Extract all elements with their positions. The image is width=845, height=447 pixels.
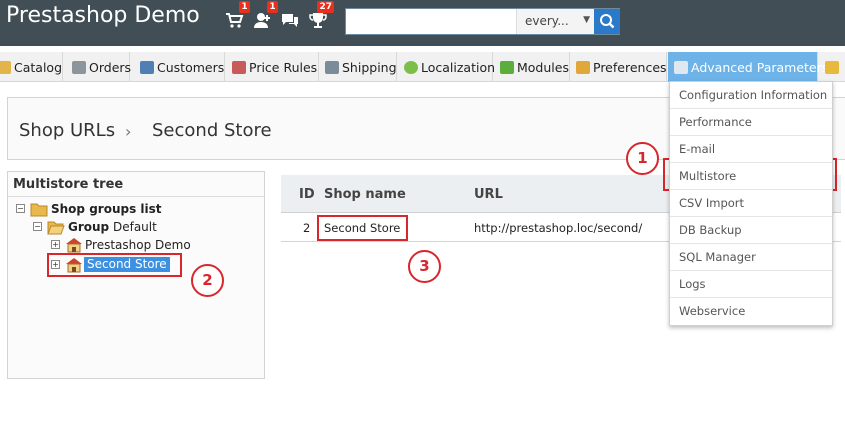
chevron-right-icon: › xyxy=(125,122,132,141)
submenu-item-db-backup[interactable]: DB Backup xyxy=(670,217,832,244)
tab-advanced-parameters[interactable]: Advanced Parameters xyxy=(668,52,828,82)
expand-icon[interactable]: + xyxy=(51,240,60,249)
orders-badge: 1 xyxy=(239,1,250,13)
customer-icon xyxy=(140,61,154,74)
search-button[interactable] xyxy=(594,9,620,34)
customers-badge: 1 xyxy=(267,1,278,13)
key-icon xyxy=(825,61,839,74)
truck-icon xyxy=(325,61,339,74)
breadcrumb-parent[interactable]: Shop URLs xyxy=(19,120,115,141)
breadcrumb-current: Second Store xyxy=(152,120,272,141)
collapse-icon[interactable]: − xyxy=(33,222,42,231)
wrench-icon xyxy=(674,61,688,74)
search-bar: every... ▼ xyxy=(345,8,620,35)
submenu-item-email[interactable]: E-mail xyxy=(670,136,832,163)
annotation-callout-2: 2 xyxy=(191,264,224,297)
submenu-item-csv-import[interactable]: CSV Import xyxy=(670,190,832,217)
search-scope-select[interactable]: every... ▼ xyxy=(516,9,594,34)
chevron-down-icon: ▼ xyxy=(583,15,590,25)
puzzle-icon xyxy=(500,61,514,74)
tab-customers[interactable]: Customers xyxy=(131,52,225,82)
messages-chat-icon[interactable] xyxy=(280,10,300,30)
cell-url: http://prestashop.loc/second/ xyxy=(474,221,643,235)
tab-label: Catalog xyxy=(14,60,63,75)
submenu-item-multistore[interactable]: Multistore xyxy=(670,163,832,190)
tab-label: Customers xyxy=(157,60,225,75)
tree-group-name: Default xyxy=(112,220,157,234)
open-folder-icon xyxy=(47,221,65,235)
search-scope-label: every... xyxy=(525,14,569,28)
submenu-item-sql-manager[interactable]: SQL Manager xyxy=(670,244,832,271)
globe-icon xyxy=(404,61,418,74)
folder-icon xyxy=(30,203,48,217)
customers-user-icon[interactable]: 1 xyxy=(252,1,278,30)
main-menu: Catalog Orders Customers Price Rules Shi… xyxy=(0,52,845,82)
search-input[interactable] xyxy=(346,9,516,34)
orders-cart-icon[interactable]: 1 xyxy=(224,1,250,30)
tree-label: Shop groups list xyxy=(51,202,162,216)
tree-label: Prestashop Demo xyxy=(85,238,191,252)
column-header-id[interactable]: ID xyxy=(299,187,315,202)
folder-icon xyxy=(0,61,11,74)
submenu-item-webservice[interactable]: Webservice xyxy=(670,298,832,325)
shop-icon xyxy=(66,238,82,253)
price-tag-icon xyxy=(232,61,246,74)
top-header: Prestashop Demo 1 1 27 every... ▼ xyxy=(0,0,845,46)
tab-price-rules[interactable]: Price Rules xyxy=(226,52,319,82)
tab-preferences[interactable]: Preferences xyxy=(571,52,667,82)
tab-localization[interactable]: Localization xyxy=(398,52,496,82)
search-icon xyxy=(600,14,615,29)
tab-label: Orders xyxy=(89,60,132,75)
tab-label: Preferences xyxy=(593,60,667,75)
tree-group-prefix: Group xyxy=(68,220,110,234)
column-header-shop-name[interactable]: Shop name xyxy=(324,187,406,202)
cell-id: 2 xyxy=(303,221,311,235)
annotation-callout-1: 1 xyxy=(626,142,659,175)
tab-more[interactable] xyxy=(819,52,845,82)
tab-label: Localization xyxy=(421,60,496,75)
tab-modules[interactable]: Modules xyxy=(494,52,570,82)
preferences-icon xyxy=(576,61,590,74)
trophy-icon[interactable]: 27 xyxy=(308,1,334,30)
submenu-item-performance[interactable]: Performance xyxy=(670,109,832,136)
collapse-icon[interactable]: − xyxy=(16,204,25,213)
highlight-box-shop-name-cell xyxy=(317,215,408,241)
highlight-box-second-store-node xyxy=(47,253,182,277)
cart-icon xyxy=(72,61,86,74)
notifications-badge: 27 xyxy=(317,1,334,13)
tab-label: Modules xyxy=(517,60,569,75)
column-header-url[interactable]: URL xyxy=(474,187,503,202)
app-title[interactable]: Prestashop Demo xyxy=(6,3,200,28)
tab-orders[interactable]: Orders xyxy=(64,52,132,82)
annotation-callout-3: 3 xyxy=(408,250,441,283)
submenu-item-configuration-information[interactable]: Configuration Information xyxy=(670,82,832,109)
tree-title: Multistore tree xyxy=(13,177,124,192)
submenu-item-logs[interactable]: Logs xyxy=(670,271,832,298)
tab-label: Advanced Parameters xyxy=(691,60,829,75)
advanced-parameters-submenu: Configuration Information Performance E-… xyxy=(669,81,833,326)
tab-shipping[interactable]: Shipping xyxy=(320,52,397,82)
tab-label: Shipping xyxy=(342,60,397,75)
tab-catalog[interactable]: Catalog xyxy=(0,52,63,82)
tab-label: Price Rules xyxy=(249,60,318,75)
